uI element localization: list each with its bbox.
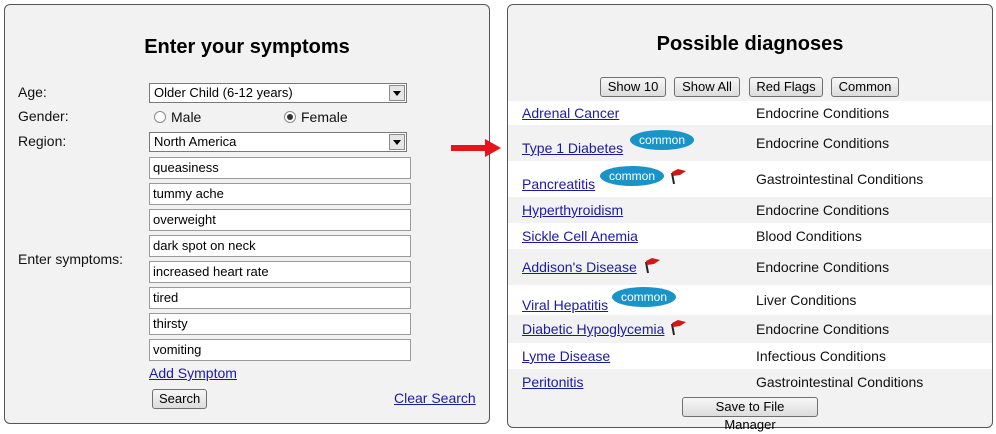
region-select-value: North America: [154, 134, 237, 149]
show-10-button[interactable]: Show 10: [600, 77, 666, 97]
clear-search-link[interactable]: Clear Search: [394, 390, 476, 406]
symptom-input[interactable]: tummy ache: [149, 183, 411, 205]
gender-male-radio[interactable]: [154, 111, 166, 123]
common-badge: common: [600, 166, 664, 186]
diagnosis-link[interactable]: Peritonitis: [522, 374, 583, 390]
symptom-input[interactable]: thirsty: [149, 313, 411, 335]
red-flags-button[interactable]: Red Flags: [749, 77, 823, 97]
arrow-right-icon: [451, 139, 501, 157]
dropdown-arrow-icon[interactable]: [389, 85, 405, 101]
diagnoses-panel: Possible diagnoses Show 10 Show All Red …: [507, 4, 993, 432]
diagnosis-category: Endocrine Conditions: [756, 105, 890, 121]
symptom-input[interactable]: tired: [149, 287, 411, 309]
diagnosis-category: Endocrine Conditions: [756, 202, 890, 218]
symptom-input[interactable]: queasiness: [149, 157, 411, 179]
red-flag-icon: [671, 320, 686, 336]
symptoms-panel: Enter your symptoms Age: Older Child (6-…: [4, 4, 490, 424]
gender-female-option[interactable]: Female: [284, 109, 348, 125]
common-badge: common: [612, 287, 676, 307]
diagnosis-row: Sickle Cell Anemia Blood Conditions: [508, 223, 992, 249]
age-select-value: Older Child (6-12 years): [154, 85, 293, 100]
diagnosis-category: Gastrointestinal Conditions: [756, 171, 924, 187]
region-label: Region:: [18, 133, 67, 149]
diagnosis-row: Hyperthyroidism Endocrine Conditions: [508, 197, 992, 223]
diagnosis-category: Liver Conditions: [756, 292, 857, 308]
symptom-input[interactable]: overweight: [149, 209, 411, 231]
age-label: Age:: [18, 84, 47, 100]
diagnosis-link[interactable]: Lyme Disease: [522, 348, 610, 364]
show-all-button[interactable]: Show All: [674, 77, 740, 97]
gender-male-option[interactable]: Male: [154, 109, 201, 125]
save-to-file-manager-button[interactable]: Save to File Manager: [682, 397, 818, 432]
diagnosis-link[interactable]: Viral Hepatitis: [522, 297, 608, 313]
diagnosis-category: Endocrine Conditions: [756, 259, 890, 275]
diagnosis-link[interactable]: Addison's Disease: [522, 259, 637, 275]
symptoms-label: Enter symptoms:: [18, 251, 124, 267]
red-flag-icon: [671, 169, 686, 185]
diagnosis-link[interactable]: Pancreatitis: [522, 176, 595, 192]
diagnosis-category: Gastrointestinal Conditions: [756, 374, 924, 390]
diagnosis-row: Addison's Disease Endocrine Conditions: [508, 249, 992, 285]
diagnosis-row: Adrenal Cancer Endocrine Conditions: [508, 101, 992, 125]
diagnosis-row: Lyme Disease Infectious Conditions: [508, 343, 992, 369]
age-select[interactable]: Older Child (6-12 years): [149, 83, 407, 103]
search-button[interactable]: Search: [152, 389, 207, 409]
diagnosis-row: Diabetic Hypoglycemia Endocrine Condition…: [508, 315, 992, 343]
diagnosis-row: Type 1 Diabetes common Endocrine Condition…: [508, 125, 992, 161]
region-select[interactable]: North America: [149, 132, 407, 152]
gender-label: Gender:: [18, 108, 69, 124]
diagnosis-row: Peritonitis Gastrointestinal Conditions: [508, 369, 992, 395]
diagnosis-category: Blood Conditions: [756, 228, 862, 244]
symptom-input[interactable]: dark spot on neck: [149, 235, 411, 257]
diagnosis-link[interactable]: Sickle Cell Anemia: [522, 228, 638, 244]
diagnosis-link[interactable]: Type 1 Diabetes: [522, 140, 623, 156]
diagnosis-category: Endocrine Conditions: [756, 135, 890, 151]
diagnosis-row: Viral Hepatitis common Liver Conditions: [508, 285, 992, 315]
common-badge: common: [630, 130, 694, 150]
red-flag-icon: [645, 258, 660, 274]
gender-male-label: Male: [171, 109, 202, 125]
diagnosis-link[interactable]: Diabetic Hypoglycemia: [522, 321, 664, 337]
diagnosis-category: Infectious Conditions: [756, 348, 886, 364]
common-button[interactable]: Common: [831, 77, 899, 97]
gender-female-label: Female: [301, 109, 348, 125]
symptom-input[interactable]: vomiting: [149, 339, 411, 361]
symptom-input[interactable]: increased heart rate: [149, 261, 411, 283]
diagnoses-title: Possible diagnoses: [656, 33, 844, 55]
symptoms-title: Enter your symptoms: [144, 36, 350, 58]
diagnosis-link[interactable]: Hyperthyroidism: [522, 202, 623, 218]
add-symptom-link[interactable]: Add Symptom: [149, 365, 237, 381]
diagnosis-row: Pancreatitis common Gastrointestinal Condi…: [508, 161, 992, 197]
dropdown-arrow-icon[interactable]: [389, 134, 405, 150]
diagnosis-link[interactable]: Adrenal Cancer: [522, 105, 619, 121]
diagnosis-category: Endocrine Conditions: [756, 321, 890, 337]
gender-female-radio[interactable]: [284, 111, 296, 123]
